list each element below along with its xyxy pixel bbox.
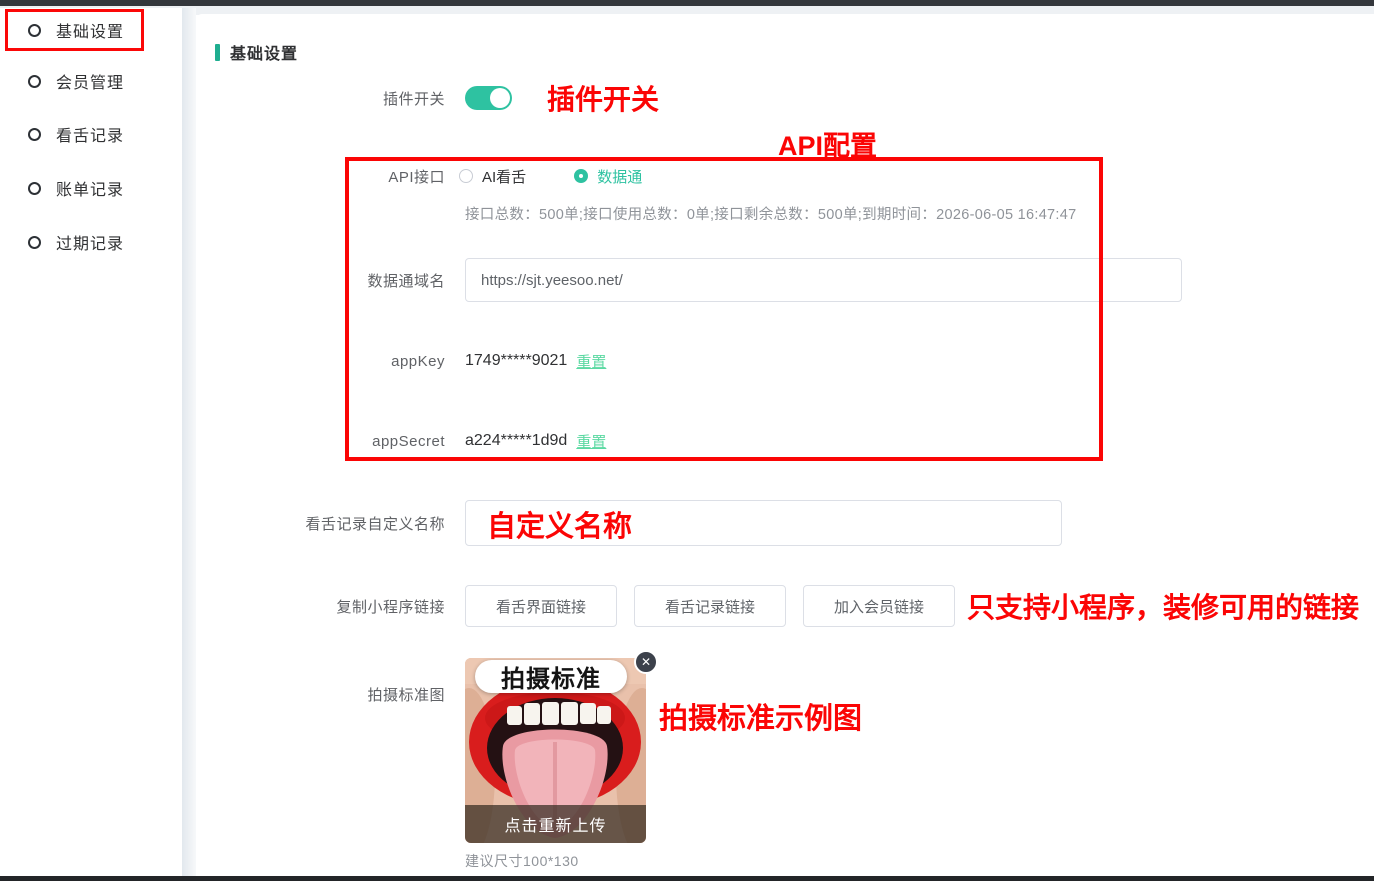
custom-name-row: 看舌记录自定义名称 bbox=[196, 500, 1062, 546]
sidebar: 基础设置 会员管理 看舌记录 账单记录 过期记录 bbox=[0, 8, 182, 876]
appkey-reset-link[interactable]: 重置 bbox=[576, 351, 606, 372]
radio-option-ai-tongue[interactable]: AI看舌 bbox=[459, 166, 526, 187]
radio-option-label: 数据通 bbox=[597, 166, 642, 187]
photo-standard-label: 拍摄标准图 bbox=[196, 658, 445, 705]
taskbar-strip bbox=[0, 876, 1374, 881]
section-accent-bar bbox=[215, 44, 220, 61]
radio-option-label: AI看舌 bbox=[482, 166, 526, 187]
join-member-link-button[interactable]: 加入会员链接 bbox=[803, 585, 955, 627]
photo-size-hint: 建议尺寸100*130 bbox=[465, 851, 646, 871]
section-header: 基础设置 bbox=[215, 40, 298, 64]
close-icon: ✕ bbox=[641, 656, 651, 668]
appkey-value: 1749*****9021 bbox=[465, 352, 567, 370]
annotation-photo-example: 拍摄标准示例图 bbox=[659, 695, 862, 737]
annotation-api-config: API配置 bbox=[778, 124, 877, 163]
annotation-plugin-switch: 插件开关 bbox=[547, 78, 659, 118]
sidebar-item-bill-records[interactable]: 账单记录 bbox=[0, 168, 182, 208]
photo-standard-badge: 拍摄标准 bbox=[475, 660, 627, 693]
miniprogram-links-row: 复制小程序链接 看舌界面链接 看舌记录链接 加入会员链接 只支持小程序，装修可用… bbox=[196, 585, 1359, 627]
plugin-switch-row: 插件开关 插件开关 bbox=[196, 85, 659, 111]
photo-uploader: 拍摄标准 点击重新上传 ✕ 建议尺寸100*130 bbox=[465, 658, 646, 871]
radio-selected-icon bbox=[574, 169, 588, 183]
appsecret-row: appSecret a224*****1d9d 重置 bbox=[196, 428, 606, 454]
annotation-links-note: 只支持小程序，装修可用的链接 bbox=[967, 586, 1359, 626]
photo-standard-row: 拍摄标准图 bbox=[196, 658, 646, 871]
circle-bullet-icon bbox=[28, 128, 41, 141]
domain-input[interactable] bbox=[465, 258, 1182, 302]
api-interface-label: API接口 bbox=[196, 166, 445, 187]
custom-name-label: 看舌记录自定义名称 bbox=[196, 513, 445, 534]
sidebar-item-member-management[interactable]: 会员管理 bbox=[0, 61, 182, 101]
plugin-switch-toggle[interactable] bbox=[465, 86, 512, 110]
plugin-switch-label: 插件开关 bbox=[196, 88, 445, 109]
tongue-ui-link-button[interactable]: 看舌界面链接 bbox=[465, 585, 617, 627]
sidebar-item-basic-settings[interactable]: 基础设置 bbox=[0, 10, 182, 50]
appkey-label: appKey bbox=[196, 353, 445, 370]
sidebar-item-label: 看舌记录 bbox=[56, 122, 124, 146]
plugin-settings-page: 基础设置 会员管理 看舌记录 账单记录 过期记录 基础设置 插件开关 bbox=[0, 0, 1374, 881]
appkey-row: appKey 1749*****9021 重置 bbox=[196, 348, 606, 374]
sidebar-item-label: 基础设置 bbox=[56, 18, 124, 42]
api-quota-stats: 接口总数：500单;接口使用总数：0单;接口剩余总数：500单;到期时间：202… bbox=[465, 203, 1076, 224]
sidebar-item-label: 会员管理 bbox=[56, 69, 124, 93]
radio-option-data-channel[interactable]: 数据通 bbox=[574, 166, 642, 187]
sidebar-item-label: 过期记录 bbox=[56, 230, 124, 254]
sidebar-divider bbox=[182, 8, 196, 876]
reupload-overlay[interactable]: 点击重新上传 bbox=[465, 805, 646, 843]
tongue-record-link-button[interactable]: 看舌记录链接 bbox=[634, 585, 786, 627]
appsecret-reset-link[interactable]: 重置 bbox=[576, 431, 606, 452]
page-title: 基础设置 bbox=[230, 40, 298, 64]
data-channel-domain-row: 数据通域名 bbox=[196, 258, 1182, 302]
photo-preview[interactable]: 拍摄标准 点击重新上传 bbox=[465, 658, 646, 843]
api-interface-row: API接口 AI看舌 数据通 bbox=[196, 163, 642, 189]
circle-bullet-icon bbox=[28, 75, 41, 88]
miniprogram-links-label: 复制小程序链接 bbox=[196, 596, 445, 617]
circle-bullet-icon bbox=[28, 24, 41, 37]
sidebar-item-tongue-records[interactable]: 看舌记录 bbox=[0, 114, 182, 154]
main-panel: 基础设置 插件开关 插件开关 API配置 API接口 AI看舌 数据通 接口总数… bbox=[196, 14, 1374, 876]
custom-name-input[interactable] bbox=[465, 500, 1062, 546]
circle-bullet-icon bbox=[28, 236, 41, 249]
radio-unselected-icon bbox=[459, 169, 473, 183]
appsecret-value: a224*****1d9d bbox=[465, 432, 567, 450]
sidebar-item-expired-records[interactable]: 过期记录 bbox=[0, 222, 182, 262]
remove-photo-button[interactable]: ✕ bbox=[634, 650, 658, 674]
circle-bullet-icon bbox=[28, 182, 41, 195]
appsecret-label: appSecret bbox=[196, 433, 445, 450]
sidebar-item-label: 账单记录 bbox=[56, 176, 124, 200]
domain-label: 数据通域名 bbox=[196, 270, 445, 291]
